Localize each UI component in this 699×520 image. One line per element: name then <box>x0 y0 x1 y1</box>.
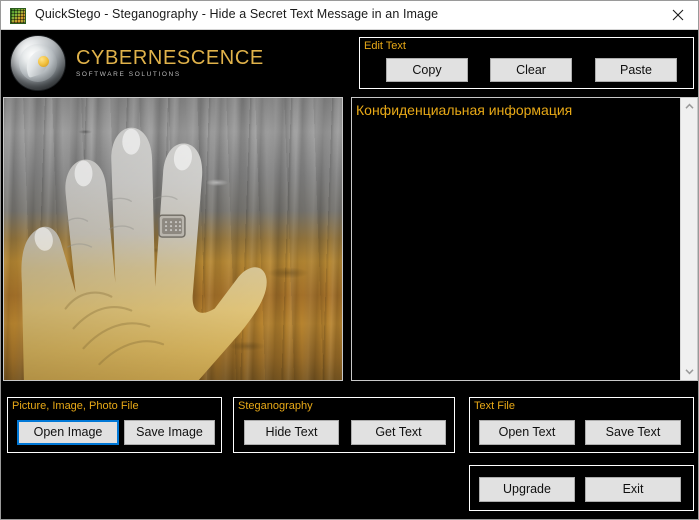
brand-name: CYBERNESCENCE <box>76 47 264 69</box>
title-bar: QuickStego - Steganography - Hide a Secr… <box>1 1 698 30</box>
text-file-group: Text File Open Text Save Text <box>469 397 694 453</box>
secret-text-input[interactable]: Конфиденциальная информация <box>356 102 678 378</box>
hand-illustration <box>21 127 267 380</box>
steganography-group: Steganography Hide Text Get Text <box>233 397 455 453</box>
scroll-down-button[interactable] <box>681 363 698 380</box>
image-preview <box>4 98 342 380</box>
close-icon <box>672 9 683 21</box>
window-title: QuickStego - Steganography - Hide a Secr… <box>35 7 439 21</box>
save-text-button[interactable]: Save Text <box>585 420 681 445</box>
copy-button[interactable]: Copy <box>386 58 468 82</box>
ring-detail <box>158 214 186 238</box>
scroll-up-button[interactable] <box>681 98 698 115</box>
picture-file-group-label: Picture, Image, Photo File <box>12 400 139 412</box>
exit-button[interactable]: Exit <box>585 477 681 502</box>
logo-gold-dot-icon <box>38 56 49 67</box>
actions-group: Upgrade Exit <box>469 465 694 511</box>
chevron-up-icon <box>685 103 694 109</box>
get-text-button[interactable]: Get Text <box>351 420 446 445</box>
paste-button[interactable]: Paste <box>595 58 677 82</box>
secret-text-panel[interactable]: Конфиденциальная информация <box>351 97 698 381</box>
clear-button[interactable]: Clear <box>490 58 572 82</box>
close-button[interactable] <box>655 1 698 29</box>
steganography-group-label: Steganography <box>238 400 313 412</box>
open-text-button[interactable]: Open Text <box>479 420 575 445</box>
text-file-group-label: Text File <box>474 400 515 412</box>
chevron-down-icon <box>685 369 694 375</box>
upgrade-button[interactable]: Upgrade <box>479 477 575 502</box>
picture-file-group: Picture, Image, Photo File Open Image Sa… <box>7 397 222 453</box>
quickstego-window: QuickStego - Steganography - Hide a Secr… <box>0 0 699 520</box>
edit-text-group: Edit Text Copy Clear Paste <box>359 37 694 89</box>
app-mosaic-icon <box>10 8 26 24</box>
branding: CYBERNESCENCE SOFTWARE SOLUTIONS <box>76 47 264 78</box>
open-image-button[interactable]: Open Image <box>17 420 119 445</box>
brand-tagline: SOFTWARE SOLUTIONS <box>76 71 181 78</box>
image-preview-panel[interactable] <box>3 97 343 381</box>
hide-text-button[interactable]: Hide Text <box>244 420 339 445</box>
logo-sphere-icon <box>11 36 65 90</box>
company-logo <box>9 34 67 92</box>
text-vertical-scrollbar[interactable] <box>680 98 697 380</box>
edit-text-group-label: Edit Text <box>364 40 406 52</box>
save-image-button[interactable]: Save Image <box>124 420 215 445</box>
